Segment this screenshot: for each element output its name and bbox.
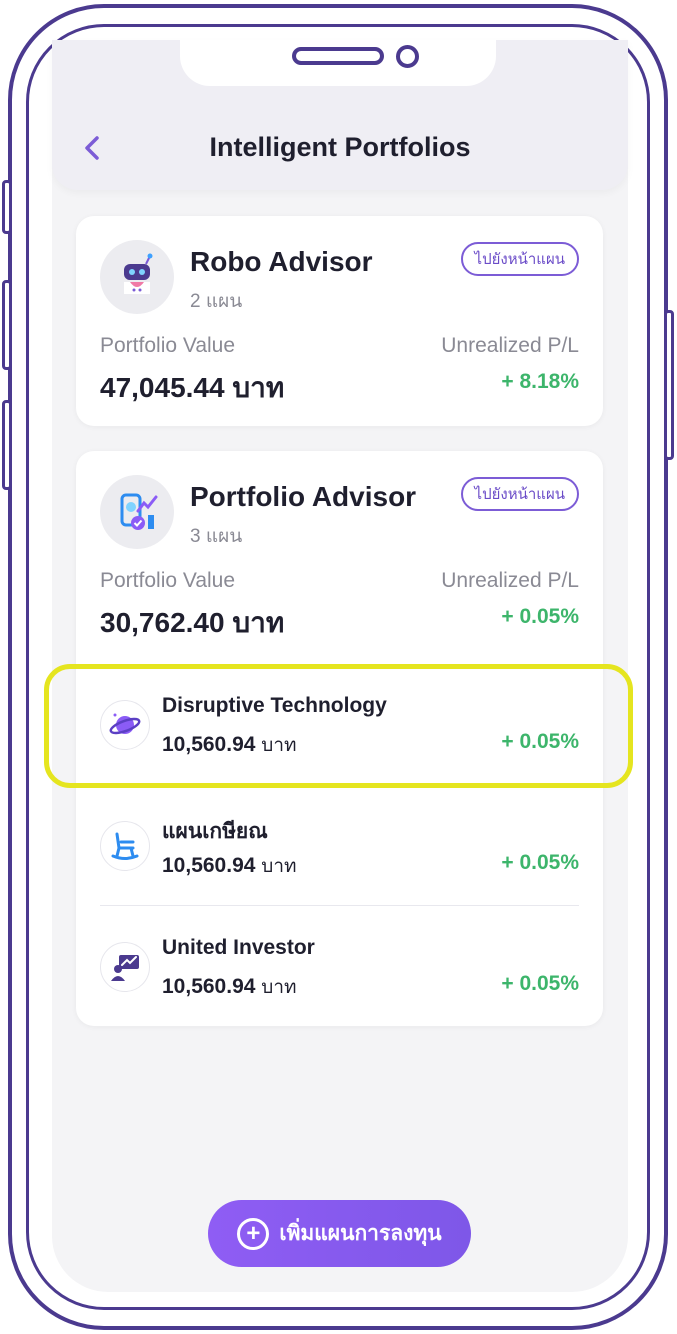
plan-count: 2 แผน [190, 291, 243, 312]
card-title: Robo Advisor [190, 246, 373, 277]
back-button[interactable] [80, 132, 106, 164]
robo-advisor-card[interactable]: Robo Advisor 2 แผน ไปยังหน้าแผน Portfoli… [76, 216, 603, 426]
amount-value: 10,560.94 [162, 854, 256, 877]
plan-name: Disruptive Technology [162, 694, 387, 717]
plan-pl: + 0.05% [501, 972, 579, 995]
plan-pl: + 0.05% [501, 851, 579, 874]
currency-unit: บาท [261, 735, 297, 756]
unrealized-pl-label: Unrealized P/L [441, 334, 579, 357]
plan-amount: 10,560.94 บาท [162, 972, 297, 1002]
robot-icon [100, 240, 174, 314]
portfolio-value: 30,762.40 บาท [100, 607, 285, 638]
investor-icon [100, 942, 150, 992]
portfolio-value-label: Portfolio Value [100, 569, 236, 592]
portfolio-value: 47,045.44 บาท [100, 372, 285, 403]
phone-side-button [664, 310, 674, 460]
plan-count: 3 แผน [190, 526, 243, 547]
unrealized-pl-label: Unrealized P/L [441, 569, 579, 592]
row-divider [100, 905, 579, 906]
phone-side-button [2, 280, 12, 370]
speaker-icon [292, 47, 384, 65]
plan-amount: 10,560.94 บาท [162, 851, 297, 881]
add-investment-plan-button[interactable]: + เพิ่มแผนการลงทุน [208, 1200, 471, 1267]
planet-icon [100, 700, 150, 750]
analytics-icon [100, 475, 174, 549]
plan-name: แผนเกษียณ [162, 820, 268, 843]
plan-amount: 10,560.94 บาท [162, 730, 297, 760]
card-title: Portfolio Advisor [190, 481, 417, 512]
phone-side-button [2, 180, 12, 234]
amount-value: 10,560.94 [162, 975, 256, 998]
currency-unit: บาท [261, 977, 297, 998]
portfolio-value-label: Portfolio Value [100, 334, 236, 357]
plus-circle-icon: + [237, 1217, 270, 1250]
go-to-plan-button[interactable]: ไปยังหน้าแผน [460, 242, 579, 276]
phone-side-button [2, 400, 12, 490]
currency-unit: บาท [261, 856, 297, 877]
plan-row-united-investor[interactable]: United Investor 10,560.94 บาท + 0.05% [76, 910, 603, 1028]
rocking-chair-icon [100, 821, 150, 871]
plan-name: United Investor [162, 936, 315, 959]
page-title: Intelligent Portfolios [209, 132, 471, 162]
plan-row-disruptive-technology[interactable]: Disruptive Technology 10,560.94 บาท + 0.… [76, 668, 603, 786]
plan-row-retirement[interactable]: แผนเกษียณ 10,560.94 บาท + 0.05% [76, 789, 603, 907]
plan-pl: + 0.05% [501, 730, 579, 753]
add-plan-label: เพิ่มแผนการลงทุน [279, 1222, 442, 1245]
unrealized-pl-value: + 8.18% [501, 370, 579, 393]
chevron-left-icon [85, 136, 99, 160]
go-to-plan-button[interactable]: ไปยังหน้าแผน [460, 477, 579, 511]
unrealized-pl-value: + 0.05% [501, 605, 579, 628]
camera-icon [396, 45, 419, 68]
amount-value: 10,560.94 [162, 733, 256, 756]
